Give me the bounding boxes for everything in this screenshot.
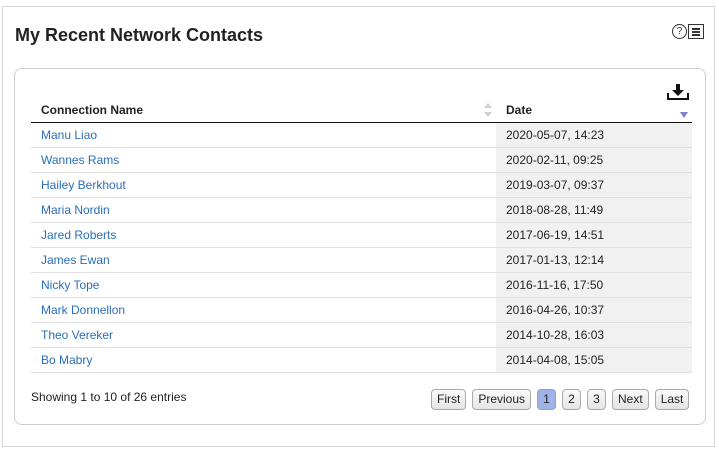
connection-name-link[interactable]: Nicky Tope [31,272,496,298]
table-row: Maria Nordin 2018-08-28, 11:49 [31,197,692,223]
menu-icon[interactable] [688,24,704,39]
table-row: Nicky Tope 2016-11-16, 17:50 [31,272,692,298]
table-row: Jared Roberts 2017-06-19, 14:51 [31,222,692,248]
connection-name-link[interactable]: Jared Roberts [31,222,496,248]
next-page-button[interactable]: Next [612,389,649,410]
date-cell: 2020-02-11, 09:25 [496,147,692,173]
contacts-panel: Connection Name Date Manu Liao 2020-05-0… [14,68,706,425]
date-cell: 2014-10-28, 16:03 [496,322,692,348]
portlet-title: My Recent Network Contacts [15,25,264,45]
previous-page-button[interactable]: Previous [472,389,532,410]
date-cell: 2020-05-07, 14:23 [496,122,692,148]
date-cell: 2016-04-26, 10:37 [496,297,692,323]
page-3-button[interactable]: 3 [587,389,607,410]
date-cell: 2014-04-08, 15:05 [496,347,692,373]
table-info: Showing 1 to 10 of 26 entries [31,390,187,404]
table-row: Bo Mabry 2014-04-08, 15:05 [31,347,692,373]
pagination: First Previous 1 2 3 Next Last [431,389,690,411]
table-row: Theo Vereker 2014-10-28, 16:03 [31,322,692,348]
connection-name-link[interactable]: Wannes Rams [31,147,496,173]
connection-name-link[interactable]: Hailey Berkhout [31,172,496,198]
help-icon[interactable]: ? [672,24,687,39]
connection-name-link[interactable]: Manu Liao [31,122,496,148]
column-header-label: Date [506,102,533,117]
column-header-label: Connection Name [41,102,144,117]
last-page-button[interactable]: Last [654,389,690,410]
column-header-connection-name[interactable]: Connection Name [31,97,496,123]
sort-desc-icon [680,112,688,118]
table-row: Mark Donnellon 2016-04-26, 10:37 [31,297,692,323]
table-header-row: Connection Name Date [31,97,692,123]
table-row: Hailey Berkhout 2019-03-07, 09:37 [31,172,692,198]
contacts-table: Connection Name Date Manu Liao 2020-05-0… [31,97,692,373]
date-cell: 2019-03-07, 09:37 [496,172,692,198]
page-2-button[interactable]: 2 [562,389,582,410]
date-cell: 2017-01-13, 12:14 [496,247,692,273]
connection-name-link[interactable]: Bo Mabry [31,347,496,373]
table-row: Wannes Rams 2020-02-11, 09:25 [31,147,692,173]
sort-both-icon [484,103,492,117]
connection-name-link[interactable]: Theo Vereker [31,322,496,348]
date-cell: 2018-08-28, 11:49 [496,197,692,223]
connection-name-link[interactable]: Mark Donnellon [31,297,496,323]
column-header-date[interactable]: Date [496,97,692,123]
date-cell: 2017-06-19, 14:51 [496,222,692,248]
date-cell: 2016-11-16, 17:50 [496,272,692,298]
connection-name-link[interactable]: James Ewan [31,247,496,273]
connection-name-link[interactable]: Maria Nordin [31,197,496,223]
table-row: James Ewan 2017-01-13, 12:14 [31,247,692,273]
first-page-button[interactable]: First [431,389,467,410]
page-1-button[interactable]: 1 [537,389,557,410]
contacts-portlet: My Recent Network Contacts ? Connection … [2,6,715,447]
table-row: Manu Liao 2020-05-07, 14:23 [31,122,692,148]
